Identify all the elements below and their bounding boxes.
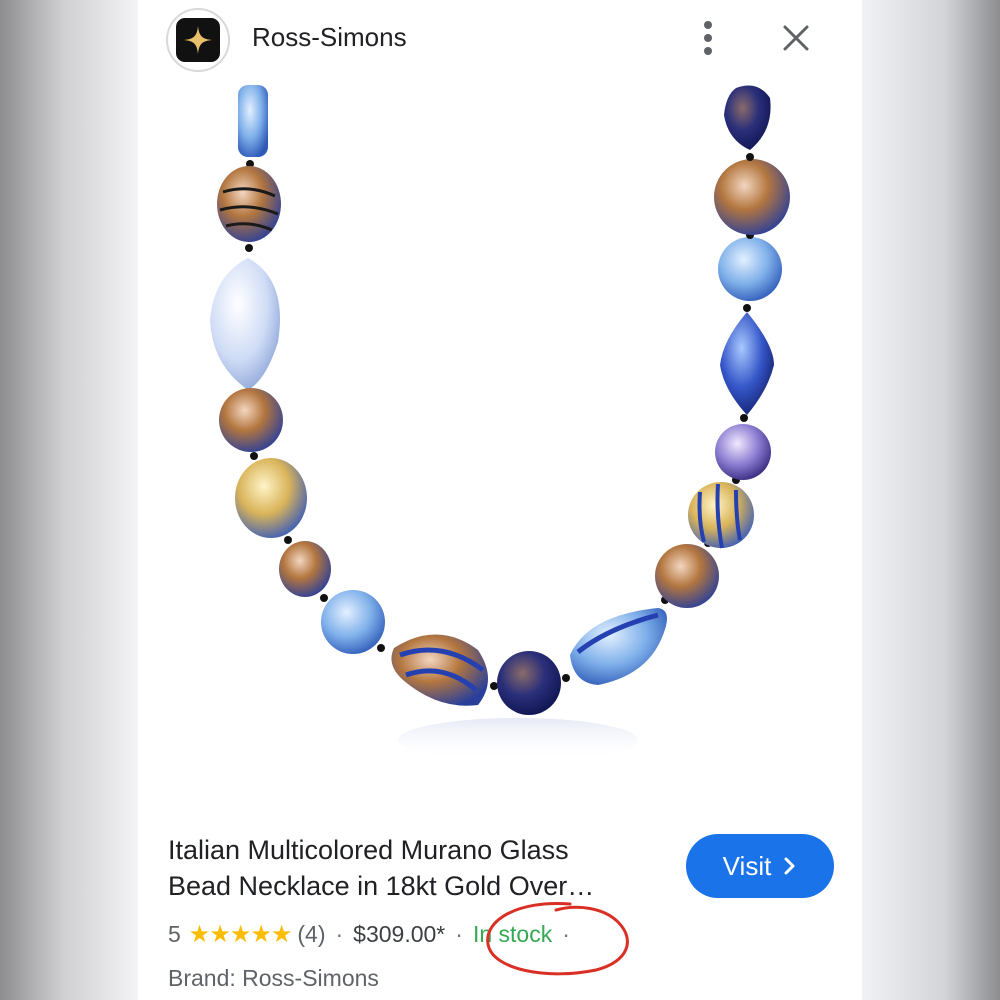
visit-button-label: Visit bbox=[722, 850, 772, 881]
brand-line: Brand: Ross-Simons bbox=[168, 965, 379, 991]
brand-logo[interactable] bbox=[166, 8, 230, 72]
rating-stars-icon: ★★★★★ bbox=[188, 920, 293, 948]
product-title-line-2: Bead Necklace in 18kt Gold Over… bbox=[168, 871, 595, 901]
card-header: Ross-Simons bbox=[138, 0, 862, 80]
more-options-button[interactable] bbox=[690, 16, 726, 60]
visit-button[interactable]: Visit bbox=[686, 834, 834, 898]
product-meta-row: 5 ★★★★★ (4) · $309.00* · In stock · bbox=[168, 918, 580, 950]
chevron-right-icon bbox=[784, 857, 795, 875]
rating-value: 5 bbox=[168, 920, 181, 947]
separator-dot: · bbox=[335, 920, 344, 947]
vertical-dots-icon bbox=[704, 21, 712, 55]
product-image[interactable] bbox=[138, 80, 862, 820]
left-background-margin bbox=[0, 0, 138, 1000]
separator-dot: · bbox=[562, 920, 570, 947]
close-icon bbox=[783, 25, 809, 51]
product-title-line-1: Italian Multicolored Murano Glass bbox=[168, 835, 569, 865]
necklace-image bbox=[210, 85, 790, 762]
product-price: $309.00* bbox=[353, 920, 446, 947]
stock-status: In stock bbox=[472, 920, 553, 947]
right-background-margin bbox=[862, 0, 1000, 1000]
product-title[interactable]: Italian Multicolored Murano Glass Bead N… bbox=[168, 832, 648, 904]
close-button[interactable] bbox=[774, 16, 818, 60]
review-count[interactable]: (4) bbox=[297, 921, 325, 948]
product-card: Ross-Simons Italian Multicolored Murano … bbox=[138, 0, 862, 1000]
brand-name: Ross-Simons bbox=[252, 22, 407, 52]
four-point-star-icon bbox=[176, 18, 220, 62]
separator-dot: · bbox=[455, 920, 463, 947]
